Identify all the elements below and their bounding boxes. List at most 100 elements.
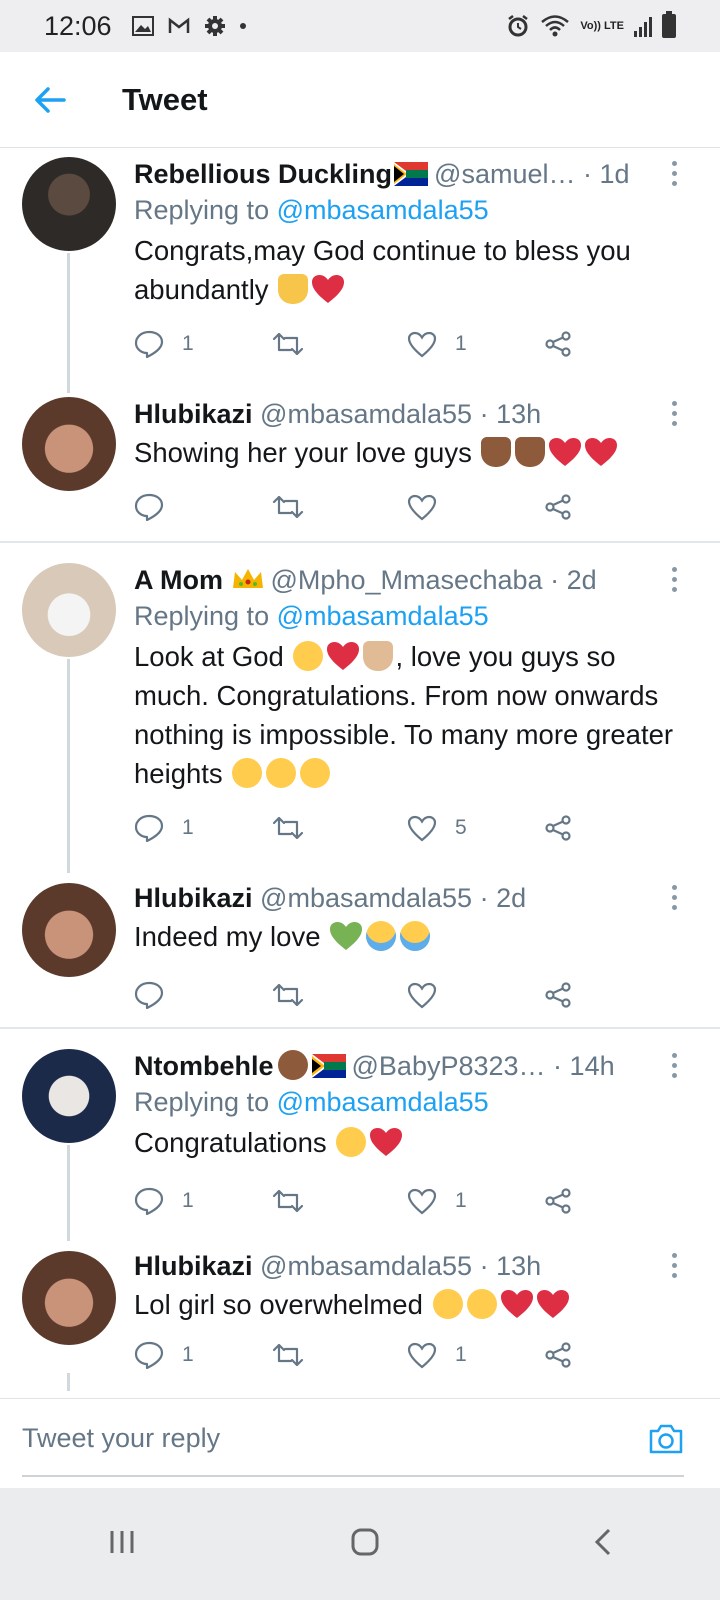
camera-button[interactable] — [648, 1423, 684, 1460]
share-button[interactable] — [544, 1342, 681, 1368]
handle[interactable]: @mbasamdala55 — [260, 883, 472, 913]
handle[interactable]: @samuel… — [434, 159, 575, 189]
retweet-button[interactable] — [271, 1188, 408, 1214]
avatar[interactable] — [22, 1251, 116, 1345]
crying-face-emoji-icon — [400, 921, 431, 951]
rolling-laughing-emoji-icon — [432, 1289, 463, 1319]
timestamp: 1d — [599, 159, 630, 189]
reply-composer: Tweet your reply — [0, 1398, 720, 1488]
replying-handle-link[interactable]: @mbasamdala55 — [277, 195, 489, 225]
handle[interactable]: @mbasamdala55 — [260, 1251, 472, 1281]
home-button[interactable] — [350, 1527, 380, 1562]
recent-apps-button[interactable] — [107, 1529, 137, 1560]
share-button[interactable] — [544, 982, 681, 1008]
red-heart-emoji-icon — [536, 1290, 569, 1318]
retweet-icon — [272, 983, 303, 1007]
tweet[interactable]: Hlubikazi @mbasamdala55 · 2d Indeed my l… — [0, 873, 720, 1027]
reply-button[interactable] — [134, 493, 271, 521]
like-button[interactable]: 5 — [407, 815, 544, 842]
tweet[interactable]: Hlubikazi @mbasamdala55 · 13h Lol girl s… — [0, 1241, 720, 1391]
reply-count: 1 — [182, 816, 194, 839]
more-options-icon[interactable] — [672, 401, 680, 431]
more-options-icon[interactable] — [672, 161, 680, 191]
tweet[interactable]: Rebellious Duckling @samuel… · 1d Replyin… — [0, 149, 720, 393]
heart-icon — [407, 982, 437, 1008]
more-options-icon[interactable] — [672, 1253, 680, 1283]
like-button[interactable]: 1 — [407, 1188, 544, 1215]
retweet-button[interactable] — [271, 815, 408, 841]
reply-button[interactable]: 1 — [134, 1187, 271, 1215]
tweet[interactable]: A Mom @Mpho_Mmasechaba · 2d Replying to … — [0, 543, 720, 873]
more-options-icon[interactable] — [672, 885, 680, 915]
reply-button[interactable]: 1 — [134, 814, 271, 842]
back-nav-button[interactable] — [593, 1527, 613, 1562]
tweet-text: Congrats,may God continue to bless you a… — [134, 231, 680, 309]
replying-prefix: Replying to — [134, 1087, 277, 1117]
signal-icon — [634, 15, 652, 37]
share-button[interactable] — [544, 815, 681, 841]
like-count: 5 — [455, 816, 467, 839]
more-options-icon[interactable] — [672, 1053, 680, 1083]
retweet-button[interactable] — [271, 1342, 408, 1368]
more-options-icon[interactable] — [672, 567, 680, 597]
smiling-face-with-hearts-emoji-icon — [336, 1127, 367, 1157]
share-button[interactable] — [544, 331, 681, 357]
like-button[interactable]: 1 — [407, 331, 544, 358]
avatar[interactable] — [22, 883, 116, 977]
display-name[interactable]: Hlubikazi — [134, 883, 253, 913]
back-button[interactable] — [20, 70, 80, 130]
page-title: Tweet — [122, 81, 208, 117]
replying-handle-link[interactable]: @mbasamdala55 — [277, 601, 489, 631]
retweet-button[interactable] — [271, 982, 408, 1008]
like-button[interactable] — [407, 494, 544, 521]
replying-handle-link[interactable]: @mbasamdala55 — [277, 1087, 489, 1117]
red-heart-emoji-icon — [312, 275, 345, 303]
reply-input-underline — [22, 1475, 684, 1477]
heart-icon — [407, 1342, 437, 1368]
partying-face-emoji-icon — [232, 758, 263, 788]
tweet-actions: 1 1 — [134, 313, 680, 375]
tweet-text-content: Showing her your love guys — [134, 437, 472, 468]
meta-separator: · — [575, 159, 600, 189]
handle[interactable]: @BabyP8323… — [352, 1051, 546, 1081]
display-name[interactable]: Rebellious Duckling — [134, 159, 392, 189]
reply-button[interactable] — [134, 981, 271, 1009]
rolling-laughing-emoji-icon — [466, 1289, 497, 1319]
battery-icon — [662, 11, 676, 38]
comment-icon — [134, 493, 164, 521]
share-button[interactable] — [544, 494, 681, 520]
like-button[interactable]: 1 — [407, 1342, 544, 1369]
tweet-actions — [134, 476, 680, 538]
like-count: 1 — [455, 332, 467, 355]
red-heart-emoji-icon — [549, 438, 582, 466]
display-name[interactable]: Ntombehle — [134, 1051, 274, 1081]
retweet-button[interactable] — [271, 331, 408, 357]
display-name[interactable]: Hlubikazi — [134, 399, 253, 429]
handle[interactable]: @Mpho_Mmasechaba — [271, 565, 543, 595]
handle[interactable]: @mbasamdala55 — [260, 399, 472, 429]
wifi-icon — [541, 15, 570, 37]
avatar[interactable] — [22, 1049, 116, 1143]
tweet-header: Rebellious Duckling @samuel… · 1d — [134, 149, 680, 191]
pleading-face-emoji-icon — [293, 641, 324, 671]
like-button[interactable] — [407, 982, 544, 1009]
reply-input[interactable]: Tweet your reply — [22, 1423, 220, 1454]
tweet[interactable]: Hlubikazi @mbasamdala55 · 13h Showing he… — [0, 393, 720, 541]
tweet[interactable]: Ntombehle @BabyP8323… · 14h Replying to @… — [0, 1029, 720, 1241]
avatar[interactable] — [22, 157, 116, 251]
folded-hands-emoji-icon — [481, 437, 512, 467]
retweet-button[interactable] — [271, 494, 408, 520]
folded-hands-emoji-icon — [278, 274, 309, 304]
share-button[interactable] — [544, 1188, 681, 1214]
display-name[interactable]: Hlubikazi — [134, 1251, 253, 1281]
system-nav-bar — [0, 1488, 720, 1600]
display-name[interactable]: A Mom — [134, 565, 223, 595]
reply-button[interactable]: 1 — [134, 330, 271, 358]
reply-button[interactable]: 1 — [134, 1341, 271, 1369]
tweet-text-content: Look at God — [134, 641, 284, 672]
tweet-text-content: Congratulations — [134, 1127, 327, 1158]
partying-face-emoji-icon — [300, 758, 331, 788]
avatar[interactable] — [22, 397, 116, 491]
avatar[interactable] — [22, 563, 116, 657]
red-heart-emoji-icon — [327, 642, 360, 670]
